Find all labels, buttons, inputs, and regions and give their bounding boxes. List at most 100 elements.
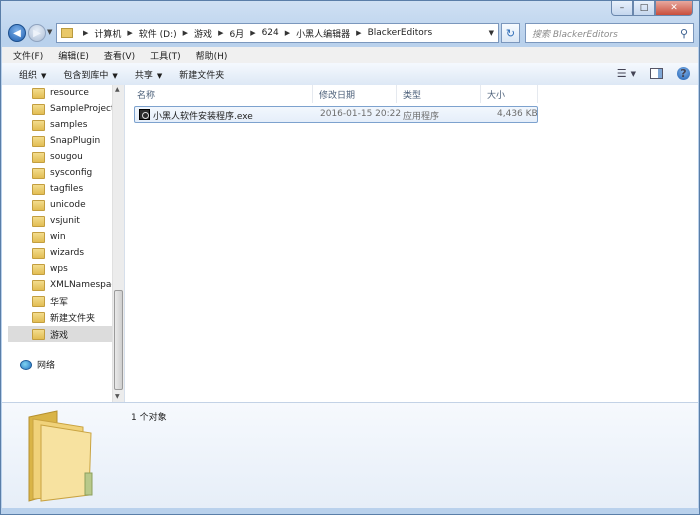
chevron-right-icon[interactable]: ▶ [285,29,290,37]
search-input[interactable]: 搜索 BlackerEditors ⚲ [525,23,694,43]
address-bar[interactable]: ▶ 计算机 ▶ 软件 (D:) ▶ 游戏 ▶ 6月 ▶ 624 ▶ 小黑人编辑器… [56,23,499,43]
address-history-dropdown-icon[interactable]: ▼ [489,29,494,37]
network-icon [20,359,32,370]
tree-item[interactable]: sougou [32,149,83,165]
file-row[interactable]: 小黑人软件安装程序.exe 2016-01-15 20:22 应用程序 4,43… [134,106,538,123]
tree-item[interactable]: 新建文件夹 [32,309,95,325]
tree-item-label: 网络 [37,361,56,371]
tree-item[interactable]: samples [32,117,87,133]
recent-pages-dropdown-icon[interactable]: ▼ [47,28,52,36]
column-header-modified[interactable]: 修改日期 [313,85,397,103]
tree-item[interactable]: vsjunit [32,213,80,229]
preview-pane-icon[interactable] [650,68,663,79]
search-placeholder: 搜索 BlackerEditors [532,29,618,40]
breadcrumb-item[interactable]: 软件 (D:) [139,27,177,40]
new-folder-button[interactable]: 新建文件夹 [179,68,224,81]
folder-icon [32,183,45,195]
forward-button[interactable]: ▶ [28,24,46,42]
file-modified: 2016-01-15 20:22 [320,109,402,119]
scroll-down-icon[interactable]: ▼ [115,393,120,400]
tree-item-label: 华军 [50,297,69,308]
tree-item[interactable]: XMLNamespac [32,277,116,293]
search-icon[interactable]: ⚲ [680,27,688,40]
tree-item[interactable]: resource [32,85,89,101]
tree-item-network[interactable]: 网络 [20,358,55,371]
menu-tools[interactable]: 工具(T) [150,49,181,62]
chevron-right-icon[interactable]: ▶ [250,29,255,37]
tree-item[interactable]: sysconfig [32,165,92,181]
folder-icon [32,279,45,291]
folder-icon [32,151,45,163]
tree-item[interactable]: 华军 [32,293,68,309]
tree-item-label: 新建文件夹 [50,313,96,324]
command-bar: 组织 ▼ 包含到库中 ▼ 共享 ▼ 新建文件夹 ☰ ▼ ? [2,63,698,86]
folder-icon [32,295,45,307]
chevron-right-icon[interactable]: ▶ [127,29,132,37]
breadcrumb-item[interactable]: BlackerEditors [368,28,433,38]
chevron-right-icon[interactable]: ▶ [218,29,223,37]
forward-arrow-icon: ▶ [33,27,41,39]
menu-edit[interactable]: 编辑(E) [58,49,89,62]
column-header-name[interactable]: 名称 [125,85,313,103]
breadcrumb-item[interactable]: 624 [262,28,279,38]
menu-bar: 文件(F) 编辑(E) 查看(V) 工具(T) 帮助(H) [2,47,698,64]
breadcrumb-item[interactable]: 游戏 [194,27,212,40]
menu-help[interactable]: 帮助(H) [196,49,228,62]
breadcrumb-item[interactable]: 计算机 [94,27,121,40]
chevron-right-icon[interactable]: ▶ [356,29,361,37]
refresh-icon: ↻ [505,26,516,40]
minimize-button[interactable]: – [611,1,633,16]
view-options-icon[interactable]: ☰ [617,67,627,80]
back-button[interactable]: ◀ [8,24,26,42]
tree-item-label: win [50,232,66,242]
navigation-pane: resource SampleProjects samples SnapPlug… [2,85,125,402]
menu-file[interactable]: 文件(F) [13,49,43,62]
tree-item[interactable]: tagfiles [32,181,83,197]
caption-buttons: – □ ✕ [611,1,693,16]
include-in-library-button[interactable]: 包含到库中 ▼ [63,68,117,81]
help-icon[interactable]: ? [677,67,690,80]
tree-item-label: 游戏 [50,330,69,341]
tree-item[interactable]: SnapPlugin [32,133,100,149]
organize-button[interactable]: 组织 ▼ [19,68,46,81]
maximize-button[interactable]: □ [633,1,655,16]
folder-icon [32,103,45,115]
tree-item[interactable]: unicode [32,197,86,213]
chevron-right-icon[interactable]: ▶ [83,29,88,37]
share-label: 共享 [134,70,153,81]
menu-view[interactable]: 查看(V) [104,49,135,62]
tree-item-label: samples [50,120,88,130]
file-type: 应用程序 [403,112,440,122]
tree-item-label: vsjunit [50,216,80,226]
tree-item-label: SampleProjects [50,104,120,114]
tree-item-selected[interactable]: 游戏 [8,326,124,342]
scrollbar-thumb[interactable] [114,290,123,390]
file-size: 4,436 KB [497,109,538,119]
tree-item-label: XMLNamespac [50,280,117,290]
chevron-down-icon[interactable]: ▼ [631,70,636,78]
window-bottom-frame [1,508,699,514]
tree-item-label: tagfiles [50,184,84,194]
tree-item[interactable]: SampleProjects [32,101,119,117]
breadcrumb-item[interactable]: 小黑人编辑器 [296,27,350,40]
chevron-down-icon: ▼ [41,71,47,80]
chevron-right-icon[interactable]: ▶ [183,29,188,37]
column-header-type[interactable]: 类型 [397,85,481,103]
tree-item[interactable]: wps [32,261,68,277]
item-count: 1 个对象 [131,413,167,423]
chevron-down-icon: ▼ [156,71,163,80]
tree-item[interactable]: wizards [32,245,84,261]
tree-item[interactable]: win [32,229,66,245]
column-header-size[interactable]: 大小 [481,85,538,103]
nav-pane-scrollbar[interactable]: ▲ ▼ [112,85,124,402]
folder-icon [28,410,93,502]
folder-icon [32,87,45,99]
details-pane: 1 个对象 [2,402,698,509]
scroll-up-icon[interactable]: ▲ [115,86,120,93]
organize-label: 组织 [19,70,38,81]
folder-icon [32,167,45,179]
refresh-button[interactable]: ↻ [501,23,520,43]
breadcrumb-item[interactable]: 6月 [229,27,244,40]
close-button[interactable]: ✕ [655,1,693,16]
share-button[interactable]: 共享 ▼ [135,68,162,81]
